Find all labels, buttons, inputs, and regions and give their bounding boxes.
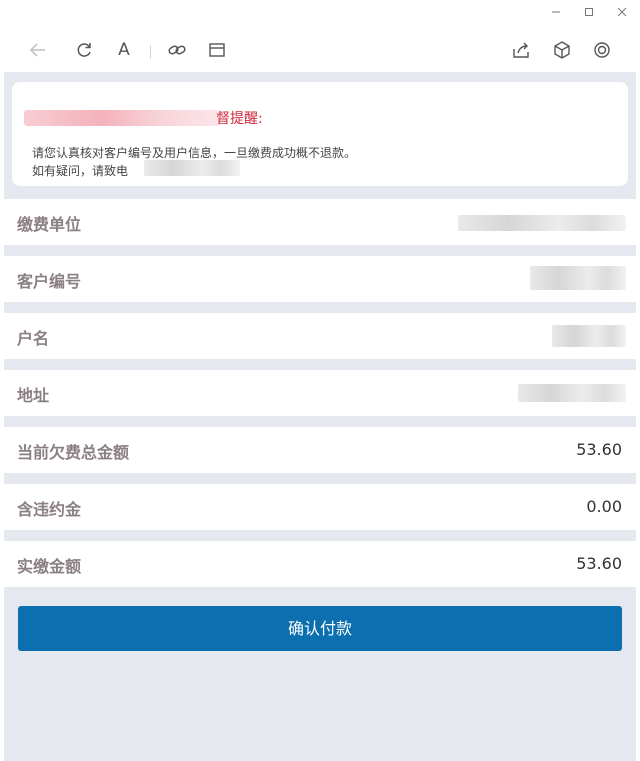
refresh-icon[interactable] [72,38,96,62]
info-row-outstanding: 当前欠费总金额 53.60 [4,427,636,473]
toolbar-divider [150,45,151,59]
minimize-icon[interactable] [548,6,564,22]
row-label: 含违约金 [17,500,82,519]
info-row-payee: 缴费单位 [4,199,636,245]
share-icon[interactable] [509,38,533,62]
content-area: 督提醒: 请您认真核对客户编号及用户信息，一旦缴费成功概不退款。 如有疑问，请致… [4,72,636,761]
info-row-address: 地址 [4,370,636,416]
window-icon[interactable] [205,38,229,62]
title-bar [0,0,640,28]
info-row-account-name: 户名 [4,313,636,359]
info-row-amount-due: 实缴金额 53.60 [4,541,636,587]
confirm-payment-button[interactable]: 确认付款 [18,606,622,651]
redacted-text [24,110,220,126]
row-label: 缴费单位 [17,215,82,234]
cube-icon[interactable] [550,38,574,62]
row-value: 0.00 [586,497,622,516]
redacted-phone [144,160,240,176]
back-arrow-icon[interactable] [26,38,50,62]
close-icon[interactable] [614,6,630,22]
redacted-value [552,325,626,347]
notice-text: 请您认真核对客户编号及用户信息，一旦缴费成功概不退款。 [32,146,357,160]
info-row-late-fee: 含违约金 0.00 [4,484,636,530]
row-label: 户名 [17,329,50,348]
redacted-value [458,215,626,231]
row-label: 客户编号 [17,272,82,291]
notice-contact-text: 如有疑问，请致电 [32,164,129,178]
row-value: 53.60 [576,440,622,459]
link-icon[interactable] [165,38,189,62]
redacted-value [518,384,626,402]
info-row-customer-id: 客户编号 [4,256,636,302]
notice-card: 督提醒: 请您认真核对客户编号及用户信息，一旦缴费成功概不退款。 如有疑问，请致… [12,82,628,186]
row-label: 当前欠费总金额 [17,443,130,462]
row-value: 53.60 [576,554,622,573]
toolbar: A [0,28,640,72]
settings-icon[interactable] [590,38,614,62]
notice-title: 督提醒: [216,111,263,127]
row-label: 实缴金额 [17,557,82,576]
maximize-icon[interactable] [581,6,597,22]
row-label: 地址 [17,386,50,405]
redacted-value [530,266,626,290]
font-size-icon[interactable]: A [112,38,136,62]
